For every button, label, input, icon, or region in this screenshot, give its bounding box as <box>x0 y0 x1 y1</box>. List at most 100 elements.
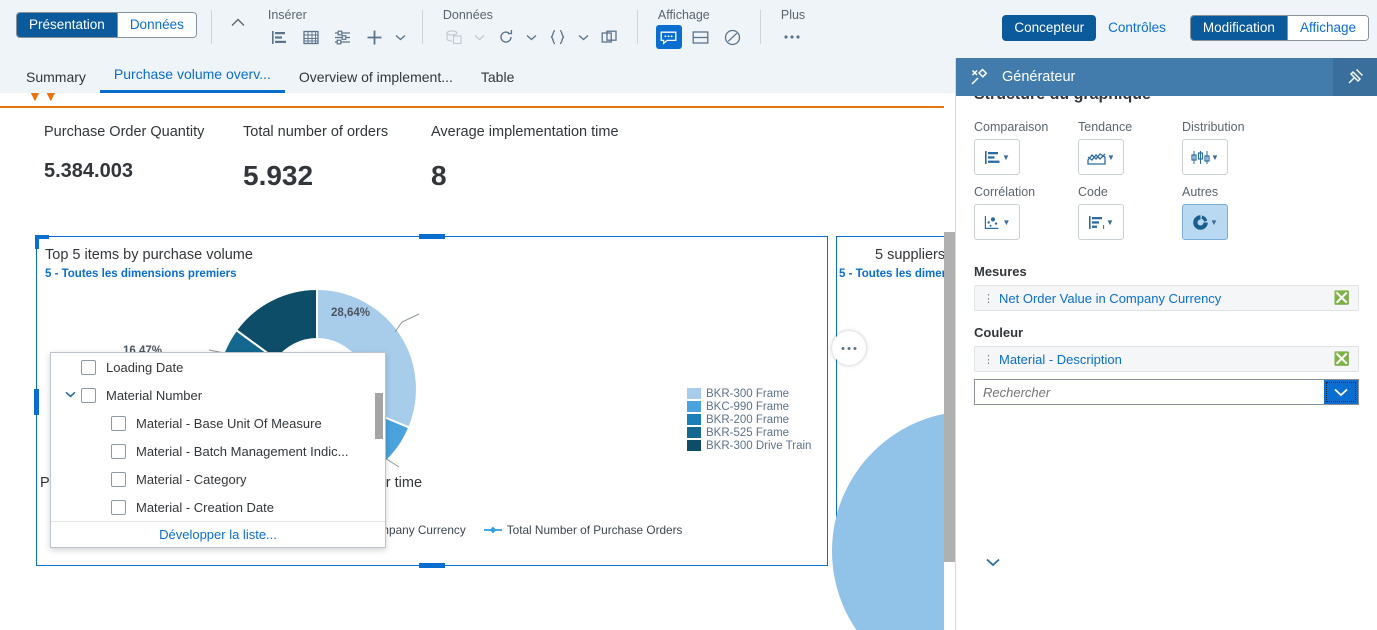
resize-handle-top[interactable] <box>419 234 445 239</box>
resize-handle-left[interactable] <box>34 389 39 415</box>
code-bar-icon[interactable]: ▼ <box>1078 204 1124 240</box>
resize-handle-bottom[interactable] <box>419 563 445 568</box>
segment-view[interactable]: Affichage <box>1286 16 1368 40</box>
legend-label: BKR-200 Frame <box>706 413 790 426</box>
dropdown-item[interactable]: Material - Batch Management Indic... <box>51 437 385 465</box>
controls-button[interactable]: Contrôles <box>1096 15 1178 41</box>
viz-group-label: Comparaison <box>974 120 1049 134</box>
tab-summary[interactable]: Summary <box>12 69 100 93</box>
insert-chart-icon[interactable] <box>266 25 292 49</box>
insert-table-icon[interactable] <box>298 25 324 49</box>
legend-label: BKC-990 Frame <box>706 400 790 413</box>
search-input[interactable] <box>975 380 1324 404</box>
expand-list-link[interactable]: Développer la liste... <box>51 521 385 547</box>
segment-edit[interactable]: Modification <box>1190 16 1287 40</box>
insert-dropdown-caret-icon[interactable] <box>394 34 408 41</box>
dropdown-item[interactable]: Material - Base Unit Of Measure <box>51 409 385 437</box>
dropdown-item[interactable]: Loading Date <box>51 353 385 381</box>
duplicate-icon[interactable] <box>597 25 623 49</box>
dimension-dropdown-items: Loading Date Material Number Material - Ba… <box>51 353 385 521</box>
tab-overview-of-implementation[interactable]: Overview of implement... <box>285 69 467 93</box>
dropdown-item-checkbox[interactable] <box>111 499 126 515</box>
refresh-icon[interactable] <box>493 25 519 49</box>
chevron-up-icon[interactable] <box>228 12 248 32</box>
drag-handle-icon[interactable]: ⋮ <box>983 292 994 305</box>
tile-overflow-dots-icon[interactable] <box>832 331 866 365</box>
collapsed-section-chevron-icon[interactable] <box>986 556 1000 570</box>
kpi-average-implementation-time: Average implementation time 8 <box>431 123 631 192</box>
chevron-down-icon[interactable]: ▼ <box>1211 153 1219 162</box>
resize-handle-tl2[interactable] <box>35 235 49 239</box>
kpi-total-number-of-orders: Total number of orders 5.932 <box>243 123 423 192</box>
formula-caret-icon[interactable] <box>577 34 591 41</box>
data-source-icon[interactable] <box>441 25 467 49</box>
dropdown-item-checkbox[interactable] <box>81 359 96 375</box>
comments-icon[interactable] <box>655 25 682 49</box>
dropdown-item-label: Material - Creation Date <box>136 499 274 515</box>
chevron-down-icon[interactable]: ▼ <box>1003 218 1011 227</box>
dropdown-item-checkbox[interactable] <box>111 443 126 459</box>
split-view-icon[interactable] <box>688 25 714 49</box>
slash-circle-icon[interactable] <box>720 25 746 49</box>
tools-icon <box>970 68 988 86</box>
segment-presentation[interactable]: Présentation <box>17 13 117 37</box>
refresh-caret-icon[interactable] <box>525 34 539 41</box>
chevron-down-icon[interactable]: ▼ <box>1106 218 1114 227</box>
donut-label-1: 28,64% <box>331 307 371 319</box>
legend-item[interactable]: BKR-525 Frame <box>687 426 811 439</box>
remove-icon[interactable]: ❎ <box>1334 351 1350 367</box>
dropdown-scrollbar[interactable] <box>375 393 383 439</box>
kpi-value: 8 <box>431 160 447 191</box>
overflow-dots-icon[interactable] <box>779 25 805 49</box>
search-dropdown-toggle[interactable] <box>1324 380 1358 404</box>
dropdown-item-checkbox[interactable] <box>111 415 126 431</box>
toolbar-group-more: Plus <box>779 8 805 50</box>
dropdown-item-label: Material - Category <box>136 471 247 487</box>
measure-chip[interactable]: ⋮ Net Order Value in Company Currency ❎ <box>974 285 1359 311</box>
viz-group-label: Code <box>1078 185 1108 199</box>
color-chip-label: Material - Description <box>999 351 1122 367</box>
segment-data[interactable]: Données <box>116 13 196 37</box>
chevron-down-icon[interactable]: ▼ <box>1210 218 1218 227</box>
edit-view-segment[interactable]: Modification Affichage <box>1189 15 1369 41</box>
viz-group-comparison: Comparaison ▼ <box>974 120 1078 175</box>
data-source-caret-icon[interactable] <box>473 34 487 41</box>
dropdown-item[interactable]: Material Number <box>51 381 385 409</box>
designer-button[interactable]: Concepteur <box>1002 15 1097 41</box>
dropdown-item[interactable]: Material - Creation Date <box>51 493 385 521</box>
dropdown-item-checkbox[interactable] <box>111 471 126 487</box>
builder-panel-body: ▼ Structure du graphique Comparaison ▼ T… <box>956 96 1377 630</box>
remove-icon[interactable]: ❎ <box>1334 290 1350 306</box>
kpi-value: 5.932 <box>243 160 314 191</box>
legend-item[interactable]: BKC-990 Frame <box>687 400 811 413</box>
legend-item[interactable]: Total Number of Purchase Orders <box>483 523 682 537</box>
dropdown-item-checkbox[interactable] <box>81 387 96 403</box>
drag-handle-icon[interactable]: ⋮ <box>983 353 994 366</box>
insert-filter-icon[interactable] <box>330 25 356 49</box>
formula-icon[interactable] <box>545 25 571 49</box>
insert-add-icon[interactable] <box>362 25 388 49</box>
toolbar-divider-4 <box>759 10 761 44</box>
tab-table[interactable]: Table <box>467 69 528 93</box>
boxplot-icon[interactable]: ▼ <box>1182 139 1228 175</box>
bar-chart-icon[interactable]: ▼ <box>974 139 1020 175</box>
donut-chart-icon[interactable]: ▼ <box>1182 204 1228 240</box>
decorative-chevrons-icon: ▼▼ <box>28 93 60 103</box>
chevron-down-icon[interactable] <box>59 390 81 401</box>
area-chart-icon[interactable]: ▼ <box>1078 139 1124 175</box>
dropdown-item-label: Material - Batch Management Indic... <box>136 443 349 459</box>
dimension-dropdown: Loading Date Material Number Material - Ba… <box>50 352 386 548</box>
tab-purchase-volume-overview[interactable]: Purchase volume overv... <box>99 66 285 93</box>
chevron-down-icon[interactable]: ▼ <box>1107 153 1115 162</box>
scatter-icon[interactable]: ▼ <box>974 204 1020 240</box>
toolbar-group-data: Données <box>441 8 623 50</box>
legend-item[interactable]: BKR-300 Drive Train <box>687 439 811 452</box>
color-chip[interactable]: ⋮ Material - Description ❎ <box>974 346 1359 372</box>
chevron-down-icon[interactable]: ▼ <box>1002 153 1010 162</box>
view-mode-segment[interactable]: Présentation Données <box>16 12 197 38</box>
pin-icon[interactable] <box>1333 58 1377 96</box>
dropdown-item[interactable]: Material - Category <box>51 465 385 493</box>
legend-item[interactable]: BKR-300 Frame <box>687 387 811 400</box>
legend-item[interactable]: BKR-200 Frame <box>687 413 811 426</box>
dimension-search-row[interactable] <box>974 379 1359 405</box>
